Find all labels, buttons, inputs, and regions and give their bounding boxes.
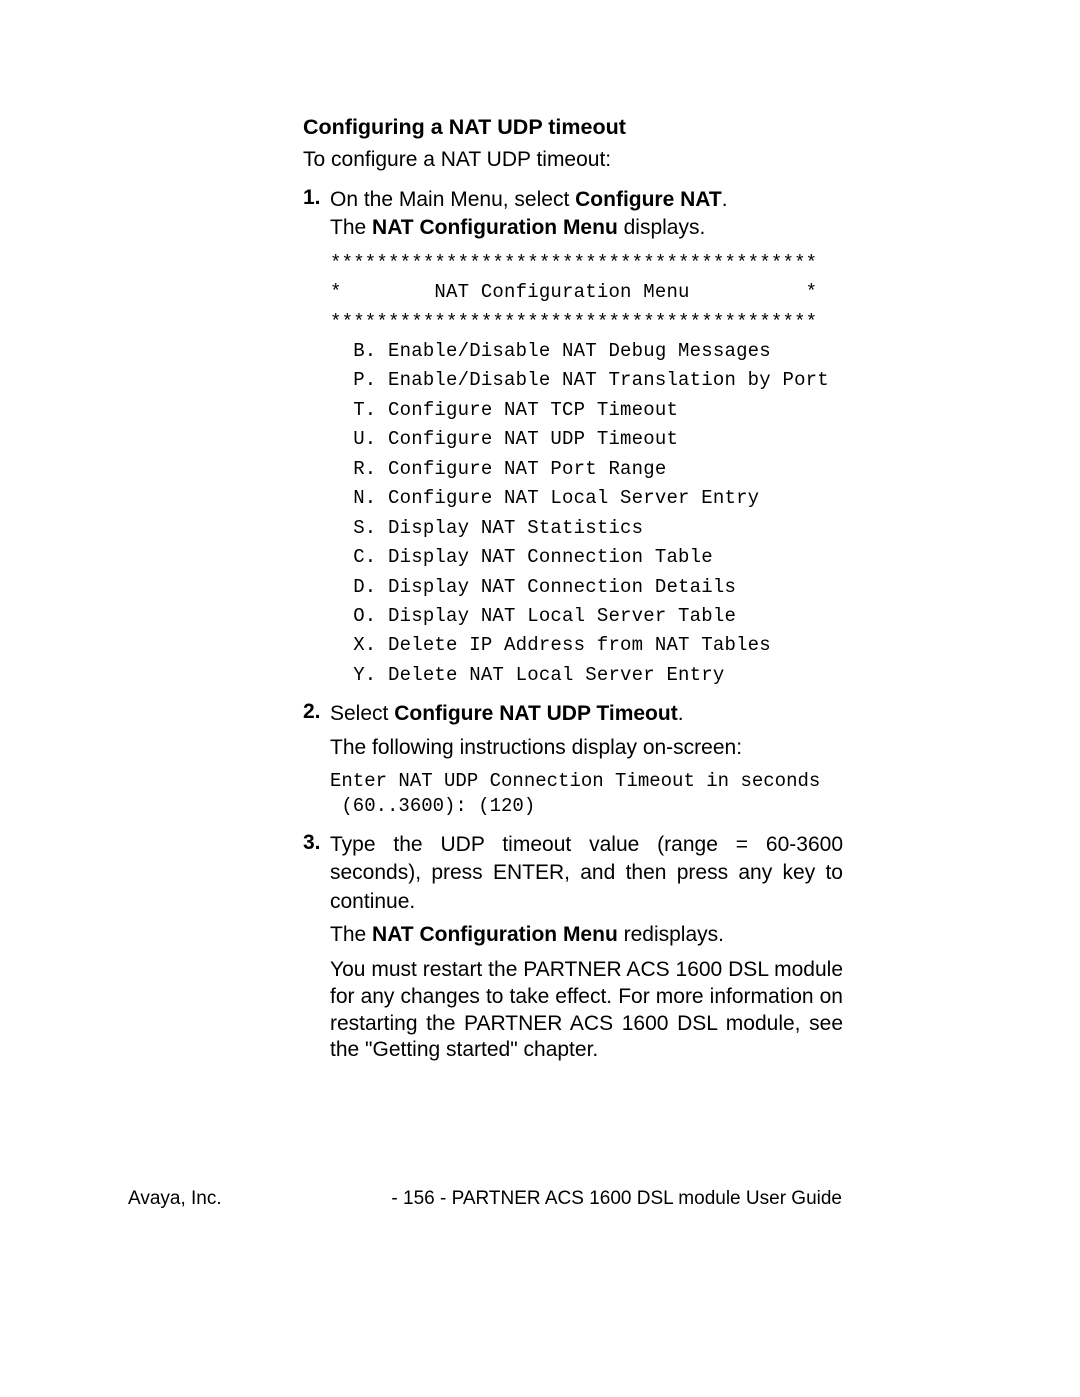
step-number: 1.: [303, 186, 330, 243]
step-2: 2. Select Configure NAT UDP Timeout.: [303, 700, 843, 728]
bold-text: NAT Configuration Menu: [372, 216, 618, 239]
footer-company: Avaya, Inc.: [128, 1188, 222, 1210]
intro-text: To configure a NAT UDP timeout:: [303, 148, 843, 172]
prompt-block: Enter NAT UDP Connection Timeout in seco…: [330, 769, 843, 818]
menu-block: ****************************************…: [330, 249, 843, 691]
bold-text: Configure NAT: [575, 188, 722, 211]
step-number: 3.: [303, 831, 330, 916]
page-footer: Avaya, Inc. - 156 - PARTNER ACS 1600 DSL…: [128, 1188, 842, 1210]
para-a: The: [330, 923, 372, 946]
step-text: Select: [330, 702, 394, 725]
step-text-end: .: [678, 702, 684, 725]
page-content: Configuring a NAT UDP timeout To configu…: [303, 115, 843, 1072]
footer-page-info: - 156 - PARTNER ACS 1600 DSL module User…: [391, 1188, 842, 1210]
step-line2c: displays.: [618, 216, 706, 239]
step-1: 1. On the Main Menu, select Configure NA…: [303, 186, 843, 243]
step-text: On the Main Menu, select: [330, 188, 575, 211]
step-3-para2: You must restart the PARTNER ACS 1600 DS…: [330, 957, 843, 1065]
step-body: Select Configure NAT UDP Timeout.: [330, 700, 843, 728]
step-2-para: The following instructions display on-sc…: [330, 735, 843, 762]
step-3: 3. Type the UDP timeout value (range = 6…: [303, 831, 843, 916]
step-line2a: The: [330, 216, 372, 239]
step-body: Type the UDP timeout value (range = 60-3…: [330, 831, 843, 916]
step-text-end: .: [722, 188, 728, 211]
step-3-para: The NAT Configuration Menu redisplays.: [330, 922, 843, 949]
step-number: 2.: [303, 700, 330, 728]
bold-text: Configure NAT UDP Timeout: [394, 702, 678, 725]
section-title: Configuring a NAT UDP timeout: [303, 115, 843, 140]
step-body: On the Main Menu, select Configure NAT. …: [330, 186, 843, 243]
bold-text: NAT Configuration Menu: [372, 923, 618, 946]
para-c: redisplays.: [618, 923, 724, 946]
